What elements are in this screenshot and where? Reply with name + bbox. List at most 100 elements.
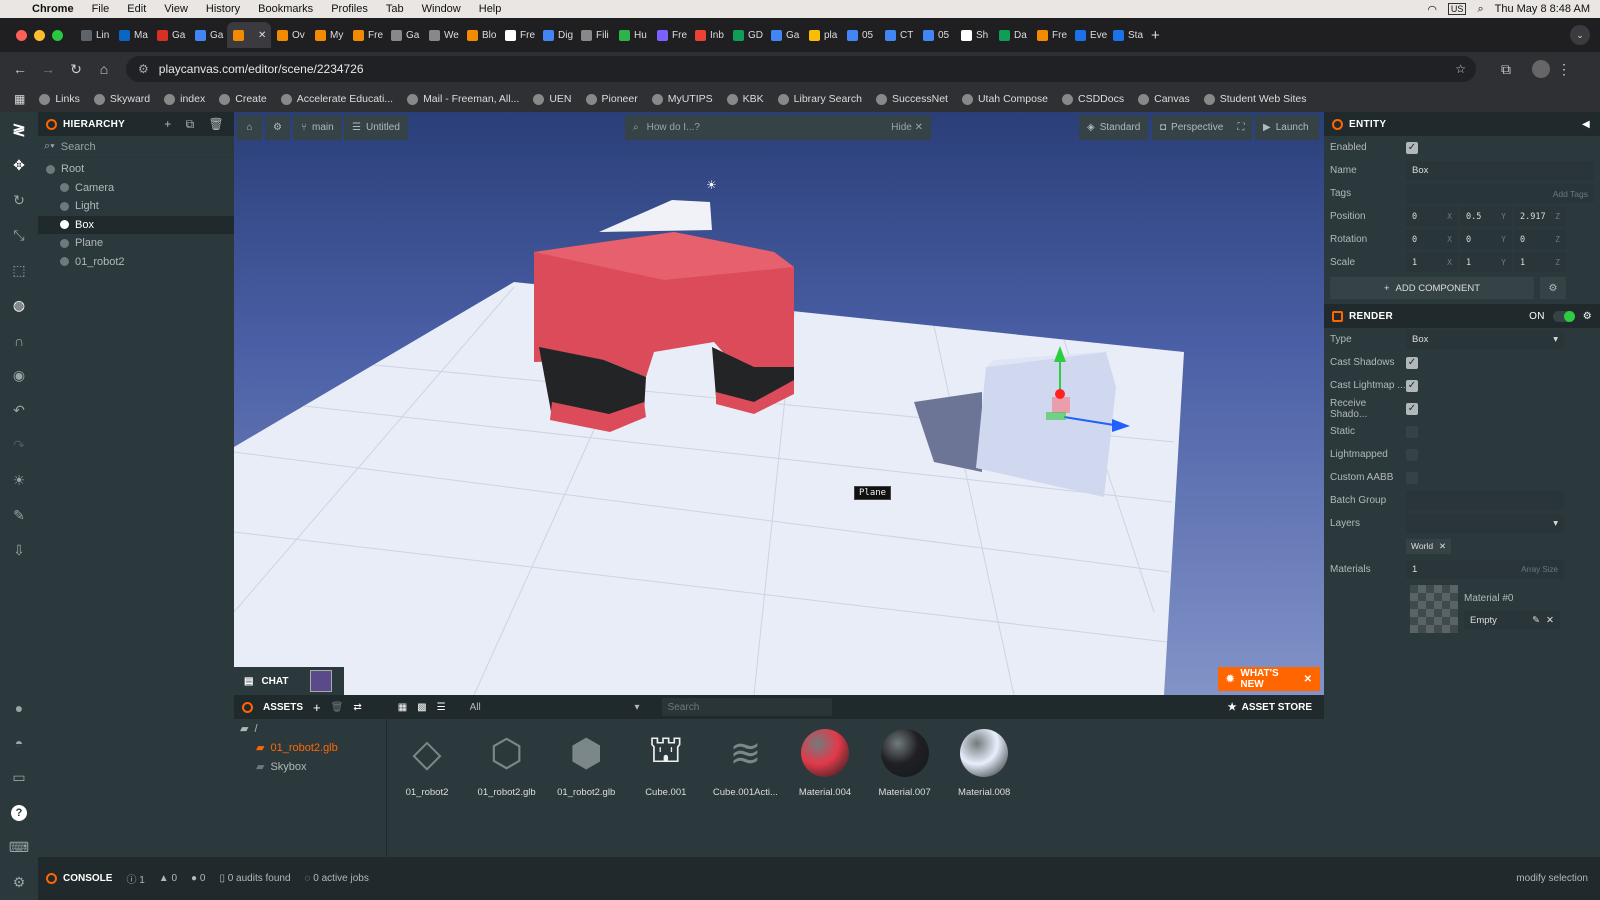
discord-icon[interactable]: ◓ [0,725,38,760]
render-settings-icon[interactable]: ⚙ [1583,311,1592,322]
new-tab-button[interactable]: + [1151,27,1160,44]
layers-select[interactable]: ▾ [1406,514,1564,533]
delete-icon[interactable]: 🗑 [208,117,224,132]
asset-folder[interactable]: ▰ 01_robot2.glb [234,738,386,757]
render-toggle[interactable] [1552,310,1575,322]
profile-avatar[interactable] [1532,60,1550,78]
asset-item[interactable]: Material.004 [789,725,861,805]
tab[interactable]: 05 [841,22,879,48]
menu-edit[interactable]: Edit [127,3,146,15]
render-option-checkbox[interactable]: ✓ [1406,379,1418,392]
render-option-checkbox[interactable] [1406,448,1418,461]
bookmark-item[interactable]: Canvas [1138,93,1190,105]
delete-asset-icon[interactable]: 🗑 [331,702,344,713]
rotation-y-field[interactable]: 0Y [1460,230,1512,249]
back-icon[interactable]: ← [6,61,34,77]
view-list-icon[interactable]: ☰ [437,702,446,713]
menu-window[interactable]: Window [422,3,461,15]
how-do-i-input[interactable]: How do I...? [647,122,700,133]
tab[interactable]: Eve [1069,22,1107,48]
hierarchy-item-01_robot2[interactable]: 01_robot2 [38,253,234,272]
translate-tool-icon[interactable]: ✥ [0,148,38,183]
view-tiles-icon[interactable]: ▦ [398,702,407,713]
bookmark-item[interactable]: Pioneer [585,93,638,105]
tab[interactable]: Fre [651,22,689,48]
hierarchy-item-plane[interactable]: Plane [38,234,234,253]
asset-search-input[interactable]: Search [661,698,832,716]
scene-render[interactable]: ☀ [234,112,1324,695]
asset-store-button[interactable]: ★ ASSET STORE [1228,702,1312,713]
materials-array-size[interactable]: 1 Array Size [1406,560,1564,579]
chat-panel[interactable]: ▤ CHAT [234,667,344,695]
tab[interactable]: Ga [765,22,803,48]
menu-file[interactable]: File [92,3,110,15]
edit-material-icon[interactable]: ✎ [1532,615,1540,626]
tab[interactable]: Fre [499,22,537,48]
component-settings-icon[interactable]: ⚙ [1540,277,1566,299]
rotate-tool-icon[interactable]: ↻ [0,183,38,218]
settings-icon[interactable]: ⚙ [0,865,38,900]
tab[interactable]: Blo [461,22,499,48]
render-option-checkbox[interactable]: ✓ [1406,402,1418,415]
asset-item[interactable]: ⬢ 01_robot2.glb [550,725,622,805]
add-asset-icon[interactable]: + [313,700,321,715]
menu-profiles[interactable]: Profiles [331,3,368,15]
asset-item[interactable]: ◇ 01_robot2 [391,725,463,805]
resize-tool-icon[interactable]: ⬚ [0,253,38,288]
hierarchy-search-input[interactable]: Search [61,141,96,153]
scale-z-field[interactable]: 1Z [1514,253,1566,272]
view-grid-icon[interactable]: ▩ [417,702,426,713]
tab[interactable]: pla [803,22,841,48]
render-option-checkbox[interactable] [1406,425,1418,438]
viewport[interactable]: ☀ ⌂ ⚙ ⑂ main ☰ Untitled ⌕ How do I...? Hid… [234,112,1324,695]
type-select[interactable]: Box ▾ [1406,330,1564,349]
position-z-field[interactable]: 2.917 Z [1514,207,1566,226]
remove-layer-icon[interactable]: ✕ [1439,541,1446,552]
asset-filter-select[interactable]: All ▾ [470,702,640,713]
scale-y-field[interactable]: 1Y [1460,253,1512,272]
bookmark-item[interactable]: SuccessNet [875,93,948,105]
search-icon[interactable]: ⌕ [1477,3,1483,16]
apps-icon[interactable]: ▦ [14,92,25,106]
tab[interactable]: Ga [189,22,227,48]
menu-history[interactable]: History [206,3,240,15]
tab[interactable]: Lin [75,22,113,48]
tab[interactable]: CT [879,22,917,48]
feedback-icon[interactable]: ▭ [0,760,38,795]
world-space-icon[interactable]: ◍ [0,288,38,323]
enabled-checkbox[interactable]: ✓ [1406,141,1418,154]
asset-item[interactable]: Material.007 [869,725,941,805]
scene-name-button[interactable]: ☰ Untitled [344,115,408,140]
asset-item[interactable]: ⛫ Cube.001 [630,725,702,805]
material-thumbnail[interactable] [1410,585,1458,633]
asset-item[interactable]: ⬡ 01_robot2.glb [471,725,543,805]
help-icon[interactable]: ? [0,795,38,830]
tab[interactable]: Fili [575,22,613,48]
clock[interactable]: Thu May 8 8:48 AM [1495,3,1590,15]
keyboard-indicator[interactable]: US [1447,3,1467,15]
focus-icon[interactable]: ◉ [0,358,38,393]
site-info-icon[interactable]: ⚙ [138,62,149,76]
launch-button[interactable]: ▶ Launch [1255,115,1319,140]
duplicate-icon[interactable]: ⧉ [186,117,195,132]
rotation-z-field[interactable]: 0Z [1514,230,1566,249]
audits-status[interactable]: ▯ 0 audits found [219,873,290,884]
code-editor-icon[interactable]: ✎ [0,498,38,533]
menu-bookmarks[interactable]: Bookmarks [258,3,313,15]
tab[interactable]: Fre [347,22,385,48]
fullscreen-button[interactable]: ⛶ [1230,115,1252,140]
refresh-icon[interactable]: ⇄ [353,702,361,713]
bookmark-star-icon[interactable]: ☆ [1455,62,1466,76]
tab[interactable]: Inb [689,22,727,48]
warning-count[interactable]: ▲ 0 [159,873,177,884]
minimize-window-button[interactable] [34,29,45,41]
tab[interactable]: 05 [917,22,955,48]
bookmark-item[interactable]: index [164,93,205,105]
tab[interactable]: Sta [1107,22,1145,48]
bookmark-item[interactable]: MyUTIPS [651,93,713,105]
collapse-icon[interactable]: ◀ [1582,119,1590,130]
snap-icon[interactable]: ∩ [0,323,38,358]
clear-material-icon[interactable]: ✕ [1546,615,1554,626]
tab[interactable]: Ga [151,22,189,48]
tab[interactable]: We [423,22,461,48]
